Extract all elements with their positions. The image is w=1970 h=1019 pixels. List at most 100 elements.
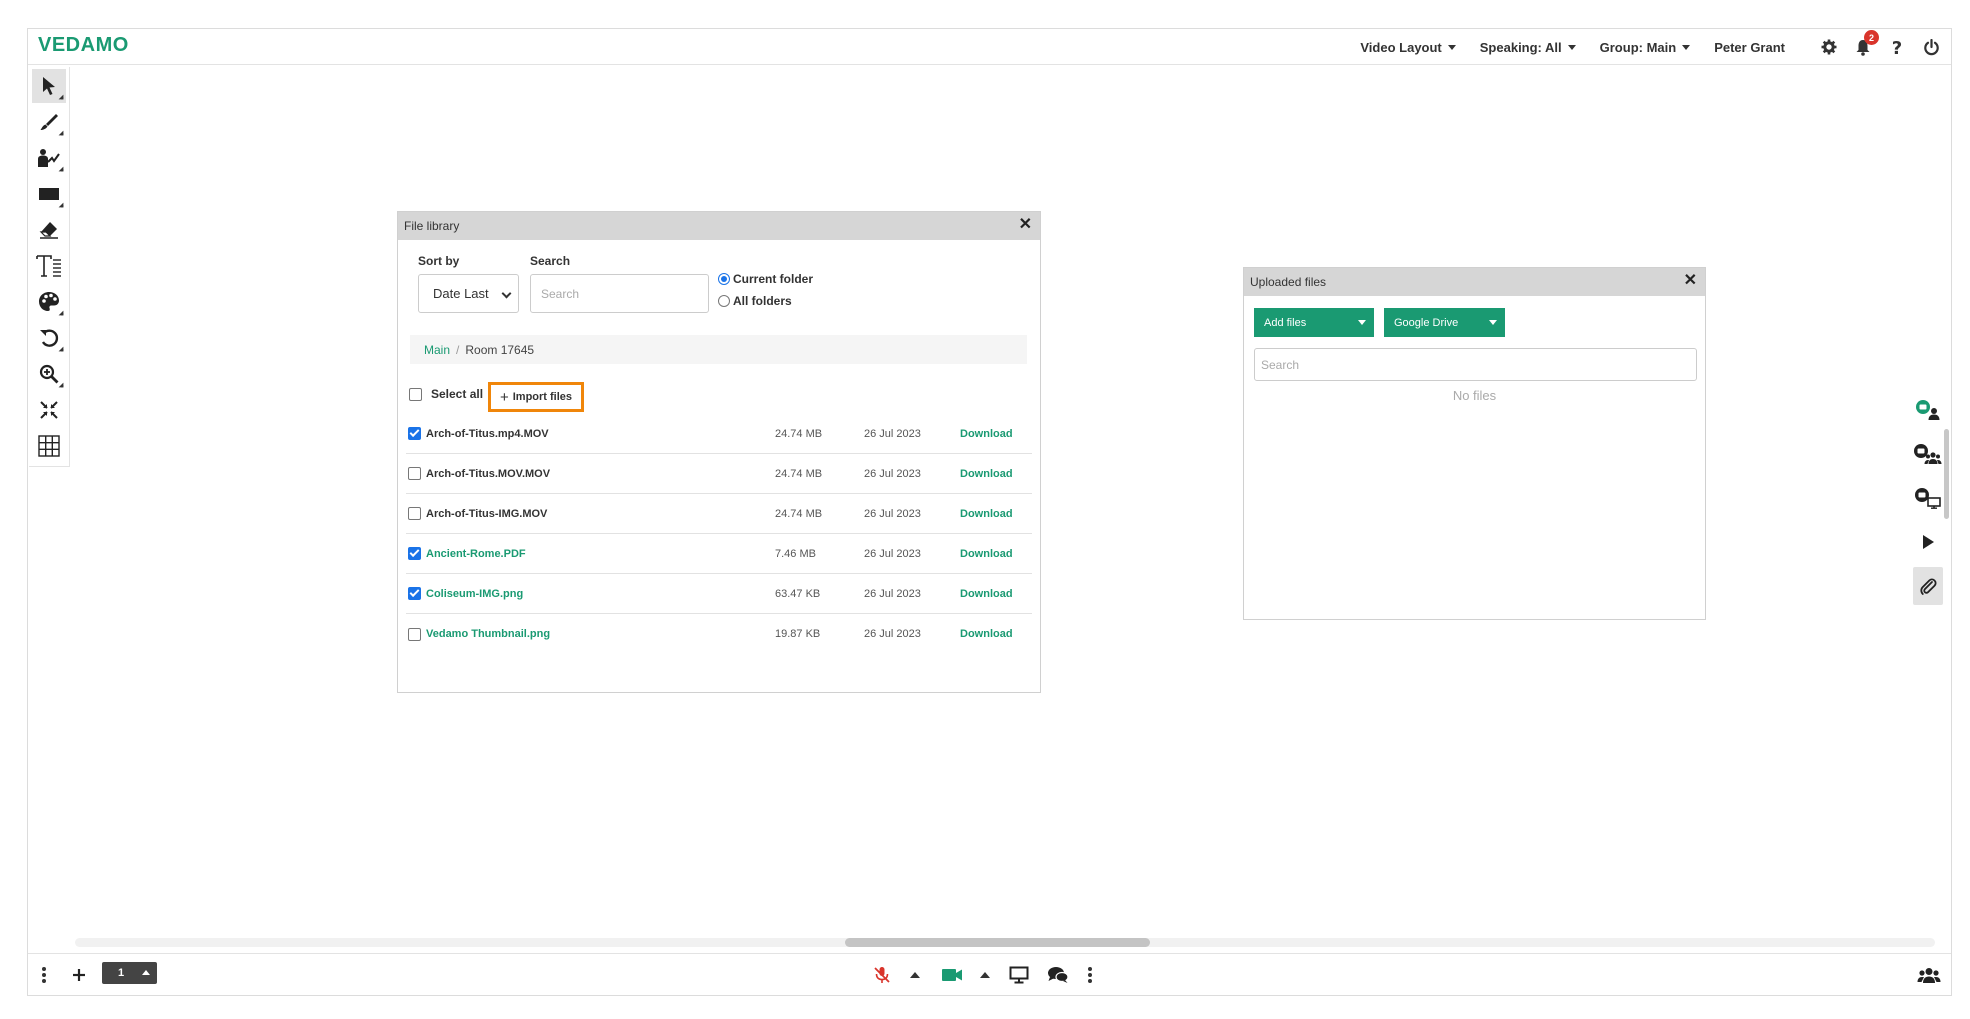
grid-tool-icon[interactable] [32,429,66,463]
gear-icon[interactable] [1819,37,1839,57]
download-link[interactable]: Download [960,588,1013,600]
help-icon[interactable]: ? [1887,37,1907,57]
current-folder-radio[interactable]: Current folder [718,272,813,286]
download-link[interactable]: Download [960,548,1013,560]
import-files-button[interactable]: + Import files [488,382,584,412]
all-folders-radio[interactable]: All folders [718,294,792,308]
download-link[interactable]: Download [960,508,1013,520]
file-row[interactable]: Arch-of-Titus-IMG.MOV 24.74 MB 26 Jul 20… [406,494,1032,534]
chat-user-icon[interactable] [1913,391,1943,429]
uploaded-files-panel: Uploaded files ✕ Add files Google Drive … [1243,267,1706,620]
file-name[interactable]: Arch-of-Titus-IMG.MOV [426,508,547,520]
download-link[interactable]: Download [960,628,1013,640]
file-checkbox[interactable] [408,427,421,440]
video-layout-menu[interactable]: Video Layout [1360,40,1456,55]
file-checkbox[interactable] [408,587,421,600]
svg-text:?: ? [1892,38,1902,56]
file-date: 26 Jul 2023 [864,507,921,520]
palette-tool-icon[interactable] [32,285,66,319]
google-drive-button[interactable]: Google Drive [1384,308,1505,337]
select-all-checkbox[interactable] [409,387,422,401]
add-page-icon[interactable] [68,954,90,996]
file-row[interactable]: Arch-of-Titus.MOV.MOV 24.74 MB 26 Jul 20… [406,454,1032,494]
file-checkbox[interactable] [408,507,421,520]
file-checkbox[interactable] [408,547,421,560]
pen-tool-icon[interactable] [32,105,66,139]
screen-share-icon[interactable] [1008,954,1030,996]
download-link[interactable]: Download [960,468,1013,480]
breadcrumb-current: Room 17645 [465,342,535,357]
chat-screen-icon[interactable] [1913,479,1943,517]
camera-icon[interactable] [940,954,964,996]
chat-group-icon[interactable] [1913,435,1943,473]
file-library-header[interactable]: File library ✕ [398,212,1040,240]
file-size: 24.74 MB [775,467,823,480]
camera-options-chevron[interactable] [978,954,992,996]
close-icon[interactable]: ✕ [1684,273,1697,289]
uploaded-files-header[interactable]: Uploaded files ✕ [1244,268,1705,296]
mic-options-chevron[interactable] [908,954,922,996]
file-name[interactable]: Ancient-Rome.PDF [426,548,526,560]
breadcrumb-main[interactable]: Main [424,343,450,357]
sort-by-label: Sort by [418,254,460,268]
horizontal-scrollbar[interactable] [75,938,1935,947]
participants-icon[interactable] [1915,954,1943,996]
top-menu: Video Layout Speaking: All Group: Main P… [1360,29,1941,65]
file-row[interactable]: Coliseum-IMG.png 63.47 KB 26 Jul 2023 Do… [406,574,1032,614]
notification-badge: 2 [1864,30,1879,45]
eraser-tool-icon[interactable] [32,213,66,247]
chat-icon[interactable] [1046,954,1070,996]
file-name[interactable]: Vedamo Thumbnail.png [426,628,550,640]
chevron-down-icon[interactable] [1358,320,1366,325]
file-checkbox[interactable] [408,627,421,641]
file-row[interactable]: Ancient-Rome.PDF 7.46 MB 26 Jul 2023 Dow… [406,534,1032,574]
sort-select[interactable]: Date Last [418,274,519,313]
vertical-scrollbar[interactable] [1944,429,1949,519]
attachment-icon[interactable] [1913,567,1943,605]
text-tool-icon[interactable] [32,249,66,283]
radio-unselected[interactable] [718,295,730,307]
file-row[interactable]: Vedamo Thumbnail.png 19.87 KB 26 Jul 202… [406,614,1032,654]
chevron-up-icon [980,972,990,978]
chevron-down-icon[interactable] [1489,320,1497,325]
file-name[interactable]: Coliseum-IMG.png [426,588,523,600]
undo-tool-icon[interactable] [32,321,66,355]
more-vertical-icon[interactable] [34,954,54,996]
import-files-label: Import files [512,391,573,403]
page-selector[interactable]: 1 [102,962,157,984]
user-name[interactable]: Peter Grant [1714,40,1785,55]
file-date: 26 Jul 2023 [864,547,921,560]
fit-tool-icon[interactable] [32,393,66,427]
download-link[interactable]: Download [960,428,1013,440]
file-checkbox[interactable] [408,467,421,480]
shape-tool-icon[interactable] [32,177,66,211]
sort-select-value: Date Last [433,286,489,301]
close-icon[interactable]: ✕ [1019,217,1032,233]
file-date: 26 Jul 2023 [864,467,921,480]
presenter-tool-icon[interactable] [32,141,66,175]
add-files-button[interactable]: Add files [1254,308,1374,337]
group-menu[interactable]: Group: Main [1600,40,1691,55]
file-date: 26 Jul 2023 [864,427,921,440]
file-search-input[interactable]: Search [530,274,709,313]
bell-icon[interactable]: 2 [1853,30,1879,57]
horizontal-scrollbar-thumb[interactable] [845,938,1150,947]
top-bar: VEDAMO Video Layout Speaking: All Group:… [28,29,1951,65]
power-icon[interactable] [1921,37,1941,57]
file-name[interactable]: Arch-of-Titus.mp4.MOV [426,428,549,440]
speaking-menu[interactable]: Speaking: All [1480,40,1576,55]
select-all-label: Select all [431,387,484,401]
file-row[interactable]: Arch-of-Titus.mp4.MOV 24.74 MB 26 Jul 20… [406,414,1032,454]
uploaded-search-input[interactable]: Search [1254,348,1697,381]
file-date: 26 Jul 2023 [864,587,921,600]
uploaded-files-title: Uploaded files [1250,275,1327,289]
radio-selected[interactable] [718,273,730,285]
mic-muted-icon[interactable] [871,954,893,996]
file-name[interactable]: Arch-of-Titus.MOV.MOV [426,468,550,480]
pointer-tool-icon[interactable] [32,69,66,103]
more-options-icon[interactable] [1084,954,1096,996]
select-all[interactable]: Select all [409,387,483,401]
plus-icon: + [499,388,509,406]
play-icon[interactable] [1913,523,1943,561]
zoom-tool-icon[interactable] [32,357,66,391]
